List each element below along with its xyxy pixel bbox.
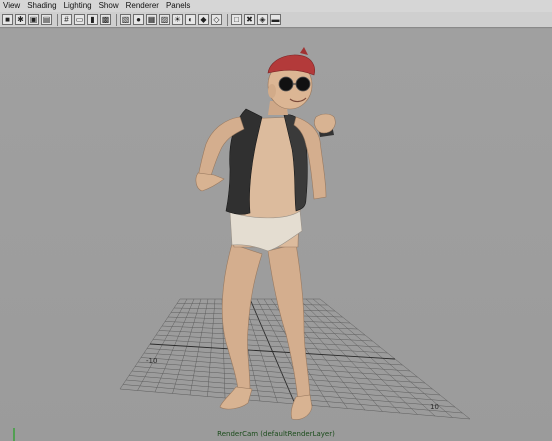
ear <box>268 84 276 98</box>
high-quality-icon[interactable]: ◆ <box>198 14 209 25</box>
grid-line <box>128 375 448 402</box>
wireframe-on-shaded-icon[interactable]: ▦ <box>146 14 157 25</box>
3d-viewport[interactable]: -10 10 RenderCam (defaultRenderLayer) <box>0 29 552 441</box>
select-camera-icon[interactable]: ■ <box>2 14 13 25</box>
camera-attributes-icon[interactable]: ✱ <box>15 14 26 25</box>
xray-active-icon[interactable]: ◈ <box>257 14 268 25</box>
panel-toolbar: ■ ✱ ▣ ▤ # ▭ ▮ ▩ ▧ ● ▦ ▨ ☀ ◐ ◆ ◇ □ ✖ ◈ ▬ <box>0 12 552 28</box>
left-hand <box>195 172 225 192</box>
grid-line <box>164 321 358 330</box>
toolbar-separator <box>116 13 117 26</box>
scene-canvas[interactable]: -10 10 <box>0 29 552 441</box>
panel-menubar: View Shading Lighting Show Renderer Pane… <box>0 0 552 12</box>
safe-action-icon[interactable]: ▩ <box>100 14 111 25</box>
menu-shading[interactable]: Shading <box>24 0 60 12</box>
camera-label: RenderCam (defaultRenderLayer) <box>217 430 335 438</box>
sunglasses-left-lens <box>278 76 294 92</box>
left-leg <box>221 243 263 392</box>
shadows-icon[interactable]: ◐ <box>185 14 196 25</box>
resolution-gate-icon[interactable]: ▮ <box>87 14 98 25</box>
toolbar-separator <box>227 13 228 26</box>
grid-icon[interactable]: # <box>61 14 72 25</box>
textured-icon[interactable]: ▨ <box>159 14 170 25</box>
image-plane-icon[interactable]: ▤ <box>41 14 52 25</box>
menu-panels[interactable]: Panels <box>163 0 194 12</box>
grid-line <box>131 370 441 396</box>
sunglasses-right-lens <box>295 76 311 92</box>
xray-icon[interactable]: ◇ <box>211 14 222 25</box>
bookmark-icon[interactable]: ▣ <box>28 14 39 25</box>
maya-viewport-panel: View Shading Lighting Show Renderer Pane… <box>0 0 552 441</box>
grid-line <box>155 334 381 348</box>
right-leg <box>267 243 311 402</box>
menu-lighting[interactable]: Lighting <box>61 0 96 12</box>
smooth-shade-icon[interactable]: ● <box>133 14 144 25</box>
bandana-knot <box>300 47 308 55</box>
lock-camera-icon[interactable]: ▬ <box>270 14 281 25</box>
grid-line <box>170 312 343 318</box>
grid-line <box>161 325 366 336</box>
grid-line <box>134 366 433 390</box>
wireframe-icon[interactable]: ▧ <box>120 14 131 25</box>
grid-label-left: -10 <box>146 357 157 365</box>
film-gate-icon[interactable]: ▭ <box>74 14 85 25</box>
grid-line <box>143 352 411 372</box>
toolbar-separator <box>57 13 58 26</box>
grid-line <box>140 357 418 378</box>
grid-label-right: 10 <box>430 403 439 411</box>
menu-renderer[interactable]: Renderer <box>123 0 163 12</box>
menu-view[interactable]: View <box>0 0 24 12</box>
use-all-lights-icon[interactable]: ☀ <box>172 14 183 25</box>
grid-line <box>167 316 351 324</box>
character-model[interactable] <box>195 47 336 420</box>
grid-line <box>158 330 373 342</box>
isolate-select-icon[interactable]: □ <box>231 14 242 25</box>
menu-show[interactable]: Show <box>96 0 123 12</box>
xray-joints-icon[interactable]: ✖ <box>244 14 255 25</box>
